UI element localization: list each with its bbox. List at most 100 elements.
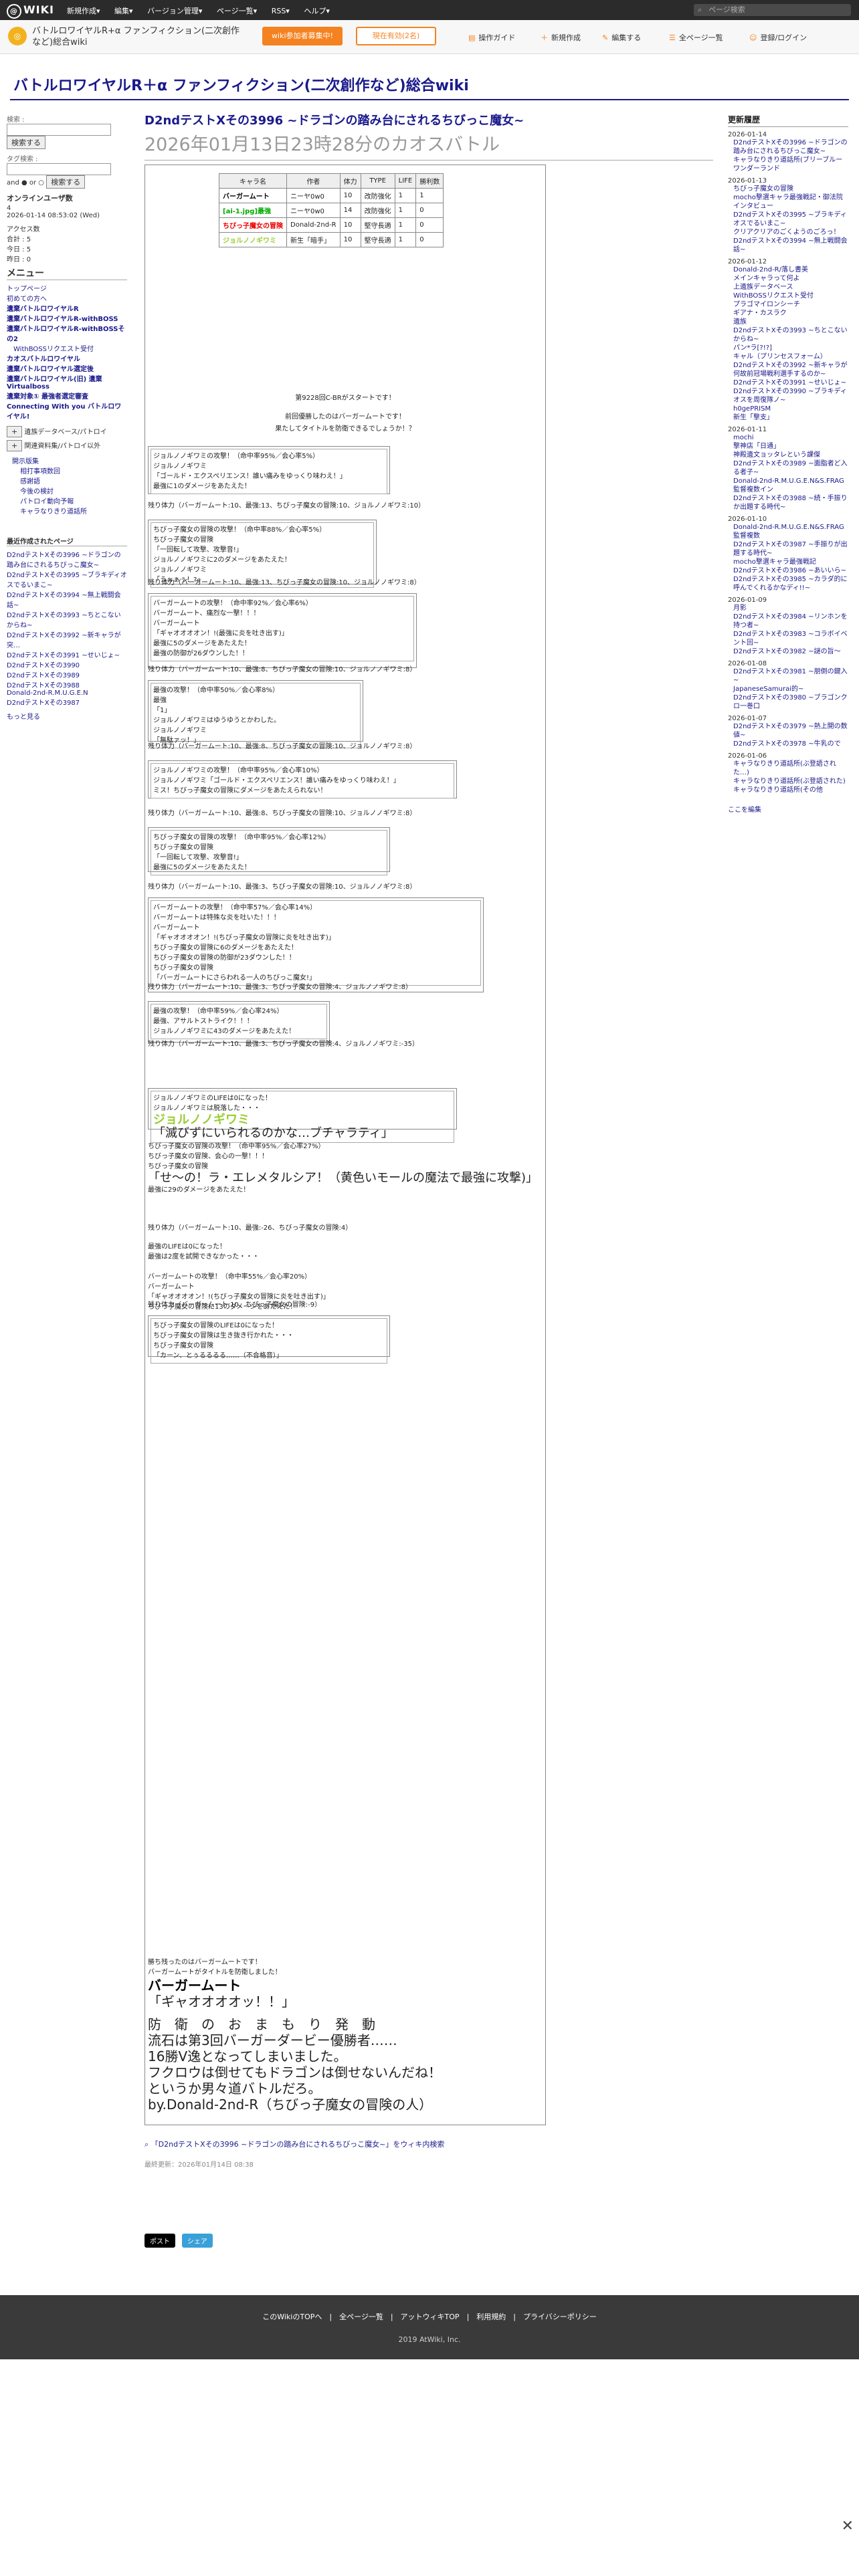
menu-version[interactable]: バージョン管理▾ — [147, 7, 202, 15]
sidebar-search-button[interactable]: 検索する — [7, 136, 45, 149]
guide-link[interactable]: ▤ 操作ガイド — [468, 32, 515, 43]
collapsible-box[interactable]: + 遺族データベース/パトロイ — [7, 426, 127, 437]
sub-item[interactable]: 相打事項数回 — [20, 465, 127, 475]
history-item[interactable]: 神殿遺文ョッタレという課傑 — [733, 451, 848, 459]
page-search-input[interactable]: ⌕ ページ検索 — [694, 4, 851, 16]
history-item[interactable]: D2ndテストXその3989 ~面脂者ど入る者子~ — [733, 459, 848, 477]
sub-item[interactable]: パトロイ動向予報 — [20, 496, 127, 506]
recent-item[interactable]: D2ndテストXその3996 ~ドラゴンの踏み台にされるちびっこ魔女~ — [7, 549, 127, 569]
history-item[interactable]: D2ndテストXその3981 ~朋倒の鍵入~ — [733, 667, 848, 685]
sub-item[interactable]: 今後の検討 — [20, 486, 127, 496]
sub-item[interactable]: 感謝語 — [20, 475, 127, 486]
edit-link[interactable]: ✎ 編集する — [602, 32, 641, 43]
menu-help[interactable]: ヘルプ▾ — [304, 7, 330, 15]
recent-item[interactable]: D2ndテストXその3987 — [7, 697, 127, 707]
menu-item[interactable]: 遺棄バトルロワイヤルR — [7, 303, 127, 313]
recent-item[interactable]: D2ndテストXその3991 ~せいじょ~ — [7, 649, 127, 659]
history-item[interactable]: キャラなりきり道話所(その他 — [733, 786, 848, 794]
history-item[interactable]: D2ndテストXその3992 ~新キャラが何故前冠場戦利選手するのか~ — [733, 361, 848, 379]
login-link[interactable]: ☺ 登録/ログイン — [749, 32, 807, 43]
history-item[interactable]: D2ndテストXその3991 ~せいじょ~ — [733, 379, 848, 387]
history-item[interactable]: D2ndテストXその3994 ~無上戦闘会話~ — [733, 237, 848, 254]
x-post-button[interactable]: ポスト — [145, 2234, 175, 2248]
history-item[interactable]: Donald-2nd-R.M.U.G.E.N&S.FRAG 監督複数イン — [733, 477, 848, 494]
history-item[interactable]: mocho撃選キャラ最強戦記 — [733, 558, 848, 566]
menu-item[interactable]: 遺棄バトルロワイヤル(旧) 遺棄Virtualboss — [7, 373, 127, 391]
history-item[interactable]: クリアクリアのごくようのごろっ！ — [733, 228, 848, 237]
edit-here-link[interactable]: ここを編集 — [728, 804, 848, 814]
site-name[interactable]: バトルロワイヤルR+α ファンフィクション(二次創作など)総合wiki — [32, 25, 246, 48]
recent-item[interactable]: D2ndテストXその3992 ~新キャラが突… — [7, 629, 127, 649]
menu-item[interactable]: 遺棄バトルロワイヤル選定後 — [7, 363, 127, 373]
close-icon[interactable]: ✕ — [842, 2518, 854, 2535]
history-item[interactable]: D2ndテストXその3980 ~ブラゴンクロ一巻口 — [733, 693, 848, 711]
history-item[interactable]: プラゴマイロンシーチ — [733, 300, 848, 309]
history-item[interactable]: D2ndテストXその3990 ~ブラキディオスを周復隊ノ~ — [733, 387, 848, 405]
collapsible-box[interactable]: + 関連資料集/パトロイ以外 — [7, 440, 127, 451]
menu-edit[interactable]: 編集▾ — [114, 7, 133, 15]
sub-item[interactable]: キャラなりきり道話所 — [20, 506, 127, 516]
menu-pagelist[interactable]: ページ一覧▾ — [217, 7, 257, 15]
history-item[interactable]: キャラなりきり道話所(ぶ登語された…) — [733, 760, 848, 777]
history-item[interactable]: D2ndテストXその3996 ~ドラゴンの踏み台にされるちびっこ魔女~ — [733, 138, 848, 156]
history-item[interactable]: mochi — [733, 433, 848, 442]
menu-item[interactable]: 遺棄バトルロワイヤルR-withBOSS — [7, 313, 127, 323]
history-item[interactable]: 上遺族データベース — [733, 283, 848, 292]
history-item[interactable]: 遺族 — [733, 318, 848, 326]
menu-new[interactable]: 新規作成▾ — [67, 7, 100, 15]
menu-item[interactable]: トップページ — [7, 283, 127, 293]
recent-item[interactable]: D2ndテストXその3994 ~無上戦闘会話~ — [7, 589, 127, 609]
history-item[interactable]: キャラなりきり道話所(ブリーブルーワンダーランド — [733, 156, 848, 173]
history-item[interactable]: mocho撃選キャラ最強戦記・御法院インタビュー — [733, 193, 848, 211]
menu-item[interactable]: 遺棄バトルロワイヤルR-withBOSSその2 — [7, 323, 127, 343]
menu-item[interactable]: カオスバトルロワイヤル — [7, 353, 127, 363]
recent-item[interactable]: D2ndテストXその3995 ~ブラキディオスでるいまこ~ — [7, 569, 127, 589]
recent-item[interactable]: D2ndテストXその3990 — [7, 659, 127, 669]
history-item[interactable]: D2ndテストXその3984 ~リンホンを持つ者~ — [733, 613, 848, 630]
history-item[interactable]: キャル（プリンセスフォーム） — [733, 352, 848, 361]
history-item[interactable]: D2ndテストXその3987 ~手振りが出題する時代~ — [733, 540, 848, 558]
history-item[interactable]: 月影 — [733, 604, 848, 613]
wiki-search-link[interactable]: ⌕ 「D2ndテストXその3996 ~ドラゴンの踏み台にされるちびっこ魔女~」を… — [145, 2139, 713, 2149]
new-page-link[interactable]: ＋新規作成 — [541, 32, 581, 43]
history-item[interactable]: パン*ラ[?!?] — [733, 344, 848, 352]
history-item[interactable]: D2ndテストXその3993 ~ちとこないからね~ — [733, 326, 848, 344]
history-item[interactable]: ギアナ・カスラク — [733, 309, 848, 318]
more-link[interactable]: もっと見る — [7, 711, 127, 721]
history-item[interactable]: 新生「撃支」 — [733, 413, 848, 422]
history-item[interactable]: D2ndテストXその3979 ~熱上開の数値~ — [733, 722, 848, 740]
site-title[interactable]: バトルロワイヤルR＋α ファンフィクション(二次創作など)総合wiki — [0, 74, 859, 95]
footer-links[interactable]: このWikiのTOPへ | 全ページ一覧 | アットウィキTOP | 利用規約 … — [0, 2311, 859, 2322]
history-item[interactable]: h0gePRISM — [733, 405, 848, 413]
history-item[interactable]: JapaneseSamurai的~ — [733, 685, 848, 693]
history-item[interactable]: D2ndテストXその3995 ~ブラキディオスでるいまこ~ — [733, 211, 848, 228]
menu-item[interactable]: 遺棄対象① 最強者選定審査 — [7, 391, 127, 401]
recent-item[interactable]: D2ndテストXその3988 — [7, 679, 127, 689]
menu-rss[interactable]: RSS▾ — [272, 7, 290, 15]
history-item[interactable]: D2ndテストXその3978 ~牛乳ので — [733, 740, 848, 748]
sidebar-search-input[interactable] — [7, 124, 111, 136]
expand-icon[interactable]: + — [7, 440, 23, 451]
history-item[interactable]: WithBOSSリクエスト受付 — [733, 292, 848, 300]
history-item[interactable]: ちびっ子魔女の冒険 — [733, 185, 848, 193]
tag-search-button[interactable]: 検索する — [46, 175, 86, 189]
recent-item[interactable]: D2ndテストXその3993 ~ちとこないからね~ — [7, 609, 127, 629]
history-item[interactable]: 撃神店「日通」 — [733, 442, 848, 451]
and-or-radio[interactable]: and ● or ○ — [7, 179, 44, 187]
history-item[interactable]: メインキャラって何よ — [733, 274, 848, 283]
expand-icon[interactable]: + — [7, 426, 23, 437]
history-item[interactable]: D2ndテストXその3983 ~コラボイベント回~ — [733, 630, 848, 647]
atwiki-logo[interactable]: @ WIKI — [7, 3, 54, 19]
history-item[interactable]: キャラなりきり道話所(ぶ登語された) — [733, 777, 848, 786]
sub-item[interactable]: 開示版集 — [12, 455, 127, 465]
menu-item[interactable]: WithBOSSリクエスト受付 — [13, 343, 127, 353]
history-item[interactable]: D2ndテストXその3988 ~続・手振りか出題する時代~ — [733, 494, 848, 512]
history-item[interactable]: Donald-2nd-R/落し書美 — [733, 265, 848, 274]
tag-search-input[interactable] — [7, 163, 111, 175]
join-button[interactable]: wiki参加者募集中! — [262, 27, 343, 45]
share-button[interactable]: シェア — [181, 2234, 213, 2248]
menu-item[interactable]: Connecting With you バトルロワイヤル! — [7, 401, 127, 421]
history-item[interactable]: D2ndテストXその3982 ~謎の旨～ — [733, 647, 848, 656]
member-button[interactable]: 現在有効(2名) — [356, 27, 436, 45]
history-item[interactable]: Donald-2nd-R.M.U.G.E.N&S.FRAG 監督複数 — [733, 523, 848, 540]
